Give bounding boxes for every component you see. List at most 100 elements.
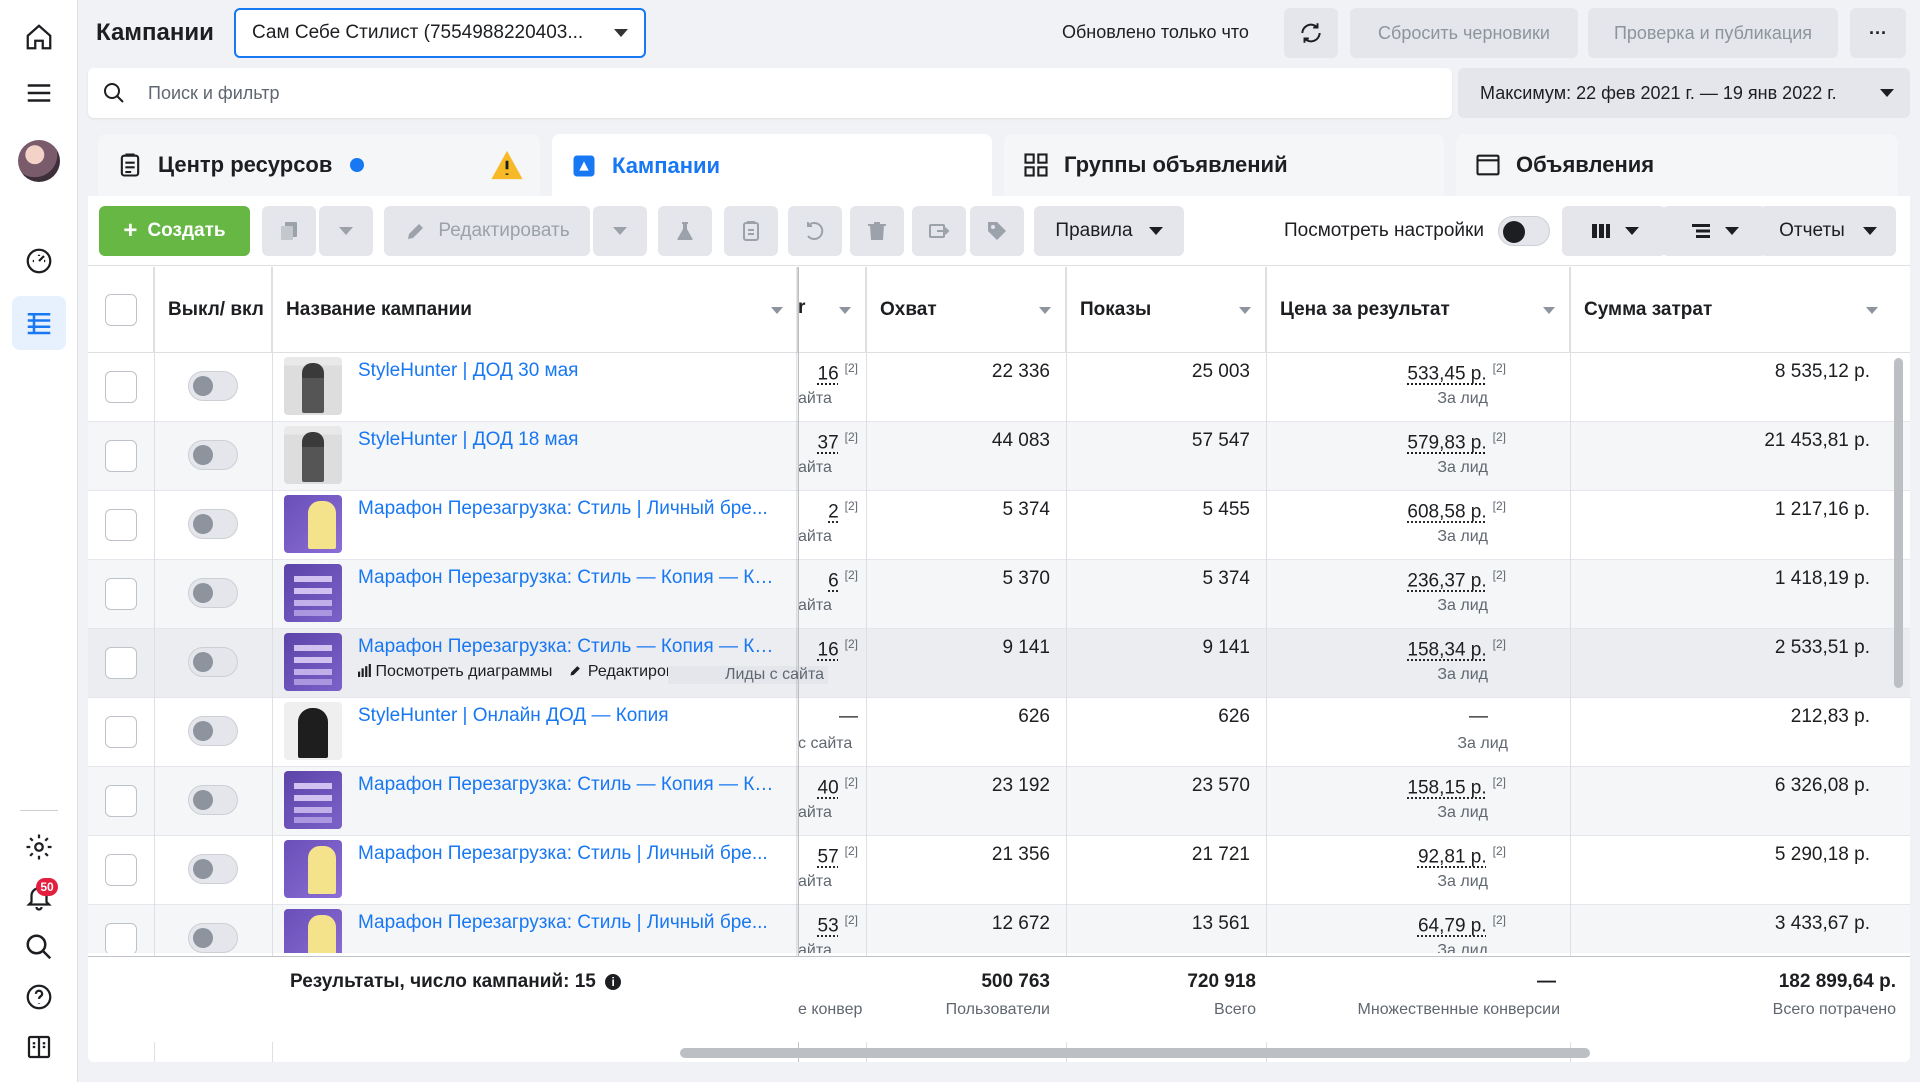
results-value[interactable]: 16 [2] <box>798 637 858 661</box>
row-on-off-toggle[interactable] <box>188 716 238 746</box>
avatar[interactable] <box>18 140 60 182</box>
row-checkbox[interactable] <box>105 440 137 472</box>
search-input[interactable]: Поиск и фильтр <box>148 83 280 104</box>
edit-button[interactable]: Редактировать <box>384 206 590 256</box>
settings-gear-icon[interactable] <box>12 820 66 874</box>
cost-per-result-value[interactable]: 608,58 р. [2] <box>1266 499 1506 523</box>
view-charts-link[interactable]: Посмотреть диаграммы <box>358 663 552 681</box>
cost-per-result-value[interactable]: 236,37 р. [2] <box>1266 568 1506 592</box>
cost-per-result-value[interactable]: 158,34 р. [2] <box>1266 637 1506 661</box>
row-checkbox[interactable] <box>105 578 137 610</box>
tag-button[interactable] <box>970 206 1024 256</box>
info-icon[interactable]: i <box>605 974 622 990</box>
table-row[interactable]: Марафон Перезагрузка: Стиль — Копия — Ко… <box>88 560 1910 629</box>
row-checkbox[interactable] <box>105 923 137 953</box>
campaign-name-link[interactable]: StyleHunter | ДОД 30 мая <box>358 360 778 382</box>
view-settings-toggle[interactable] <box>1498 216 1550 246</box>
results-value[interactable]: 6 [2] <box>798 568 858 592</box>
row-on-off-toggle[interactable] <box>188 785 238 815</box>
delete-button[interactable] <box>850 206 904 256</box>
columns-button[interactable] <box>1562 206 1666 256</box>
cost-per-result-value[interactable]: 92,81 р. [2] <box>1266 844 1506 868</box>
reset-drafts-button[interactable]: Сбросить черновики <box>1350 8 1578 58</box>
tab-resource-center[interactable]: Центр ресурсов <box>98 134 540 196</box>
header-cost-per-result[interactable]: Цена за результат <box>1266 267 1570 353</box>
tab-ads[interactable]: Объявления <box>1456 134 1898 196</box>
campaign-name-link[interactable]: Марафон Перезагрузка: Стиль — Копия — Ко… <box>358 774 778 796</box>
cost-per-result-value[interactable]: 579,83 р. [2] <box>1266 430 1506 454</box>
row-on-off-toggle[interactable] <box>188 578 238 608</box>
row-checkbox[interactable] <box>105 785 137 817</box>
more-options-button[interactable]: ··· <box>1850 8 1906 58</box>
sidebar-toggle-icon[interactable] <box>12 1020 66 1074</box>
vertical-scrollbar[interactable] <box>1894 358 1903 688</box>
header-toggle[interactable]: Выкл/ вкл <box>154 267 272 353</box>
cost-per-result-value[interactable]: 64,79 р. [2] <box>1266 913 1506 937</box>
search-filter-bar[interactable]: Поиск и фильтр <box>88 68 1452 118</box>
menu-icon[interactable] <box>12 66 66 120</box>
dashboard-gauge-icon[interactable] <box>12 234 66 288</box>
search-icon[interactable] <box>12 920 66 974</box>
home-icon[interactable] <box>12 10 66 64</box>
results-value[interactable]: 57 [2] <box>798 844 858 868</box>
row-on-off-toggle[interactable] <box>188 440 238 470</box>
account-selector[interactable]: Сам Себе Стилист (7554988220403... <box>234 8 646 58</box>
edit-dropdown-button[interactable] <box>593 206 647 256</box>
row-on-off-toggle[interactable] <box>188 923 238 953</box>
create-button[interactable]: + Создать <box>99 206 250 256</box>
campaign-name-link[interactable]: StyleHunter | ДОД 18 мая <box>358 429 778 451</box>
row-on-off-toggle[interactable] <box>188 509 238 539</box>
undo-button[interactable] <box>788 206 842 256</box>
header-results[interactable]: r <box>798 267 866 353</box>
row-checkbox[interactable] <box>105 854 137 886</box>
campaign-name-link[interactable]: Марафон Перезагрузка: Стиль — Копия — Ко… <box>358 636 778 658</box>
cost-per-result-value[interactable]: 158,15 р. [2] <box>1266 775 1506 799</box>
row-checkbox[interactable] <box>105 371 137 403</box>
results-value[interactable]: 37 [2] <box>798 430 858 454</box>
campaign-name-link[interactable]: Марафон Перезагрузка: Стиль | Личный бре… <box>358 498 778 520</box>
header-amount-spent[interactable]: Сумма затрат <box>1570 267 1892 353</box>
header-reach[interactable]: Охват <box>866 267 1066 353</box>
table-row[interactable]: Марафон Перезагрузка: Стиль | Личный бре… <box>88 491 1910 560</box>
campaign-name-link[interactable]: StyleHunter | Онлайн ДОД — Копия <box>358 705 778 727</box>
header-campaign-name[interactable]: Название кампании <box>272 267 798 353</box>
date-range-picker[interactable]: Максимум: 22 фев 2021 г. — 19 янв 2022 г… <box>1458 68 1910 118</box>
duplicate-button[interactable] <box>262 206 316 256</box>
duplicate-dropdown-button[interactable] <box>319 206 373 256</box>
row-on-off-toggle[interactable] <box>188 854 238 884</box>
row-checkbox[interactable] <box>105 716 137 748</box>
tab-campaigns[interactable]: Кампании <box>552 134 992 198</box>
table-row[interactable]: Марафон Перезагрузка: Стиль | Личный бре… <box>88 836 1910 905</box>
table-row[interactable]: Марафон Перезагрузка: Стиль — Копия — Ко… <box>88 767 1910 836</box>
table-row[interactable]: StyleHunter | ДОД 18 мая 37 [2] айта 44 0… <box>88 422 1910 491</box>
campaign-name-link[interactable]: Марафон Перезагрузка: Стиль | Личный бре… <box>358 912 778 934</box>
row-checkbox[interactable] <box>105 647 137 679</box>
ads-manager-table-icon[interactable] <box>12 296 66 350</box>
table-row[interactable]: Марафон Перезагрузка: Стиль | Личный бре… <box>88 905 1910 953</box>
refresh-button[interactable] <box>1284 8 1338 58</box>
horizontal-scrollbar[interactable] <box>680 1048 1590 1058</box>
table-row[interactable]: Марафон Перезагрузка: Стиль — Копия — Ко… <box>88 629 1910 698</box>
campaign-name-link[interactable]: Марафон Перезагрузка: Стиль | Личный бре… <box>358 843 778 865</box>
campaign-name-link[interactable]: Марафон Перезагрузка: Стиль — Копия — Ко… <box>358 567 778 589</box>
reports-button[interactable]: Отчеты <box>1760 206 1896 256</box>
table-row[interactable]: StyleHunter | Онлайн ДОД — Копия — с сай… <box>88 698 1910 767</box>
cost-per-result-value[interactable]: 533,45 р. [2] <box>1266 361 1506 385</box>
rules-button[interactable]: Правила <box>1034 206 1184 256</box>
help-icon[interactable] <box>12 970 66 1024</box>
row-on-off-toggle[interactable] <box>188 371 238 401</box>
export-button[interactable] <box>912 206 966 256</box>
breakdown-button[interactable] <box>1662 206 1766 256</box>
review-publish-button[interactable]: Проверка и публикация <box>1588 8 1838 58</box>
results-value[interactable]: 40 [2] <box>798 775 858 799</box>
header-impressions[interactable]: Показы <box>1066 267 1266 353</box>
clipboard-button[interactable] <box>724 206 778 256</box>
notifications-bell-icon[interactable] <box>12 870 66 924</box>
ab-test-button[interactable] <box>658 206 712 256</box>
results-value[interactable]: 16 [2] <box>798 361 858 385</box>
results-value[interactable]: 2 [2] <box>798 499 858 523</box>
table-row[interactable]: StyleHunter | ДОД 30 мая 16 [2] айта 22 3… <box>88 353 1910 422</box>
row-on-off-toggle[interactable] <box>188 647 238 677</box>
row-checkbox[interactable] <box>105 509 137 541</box>
select-all-checkbox[interactable] <box>104 294 137 326</box>
